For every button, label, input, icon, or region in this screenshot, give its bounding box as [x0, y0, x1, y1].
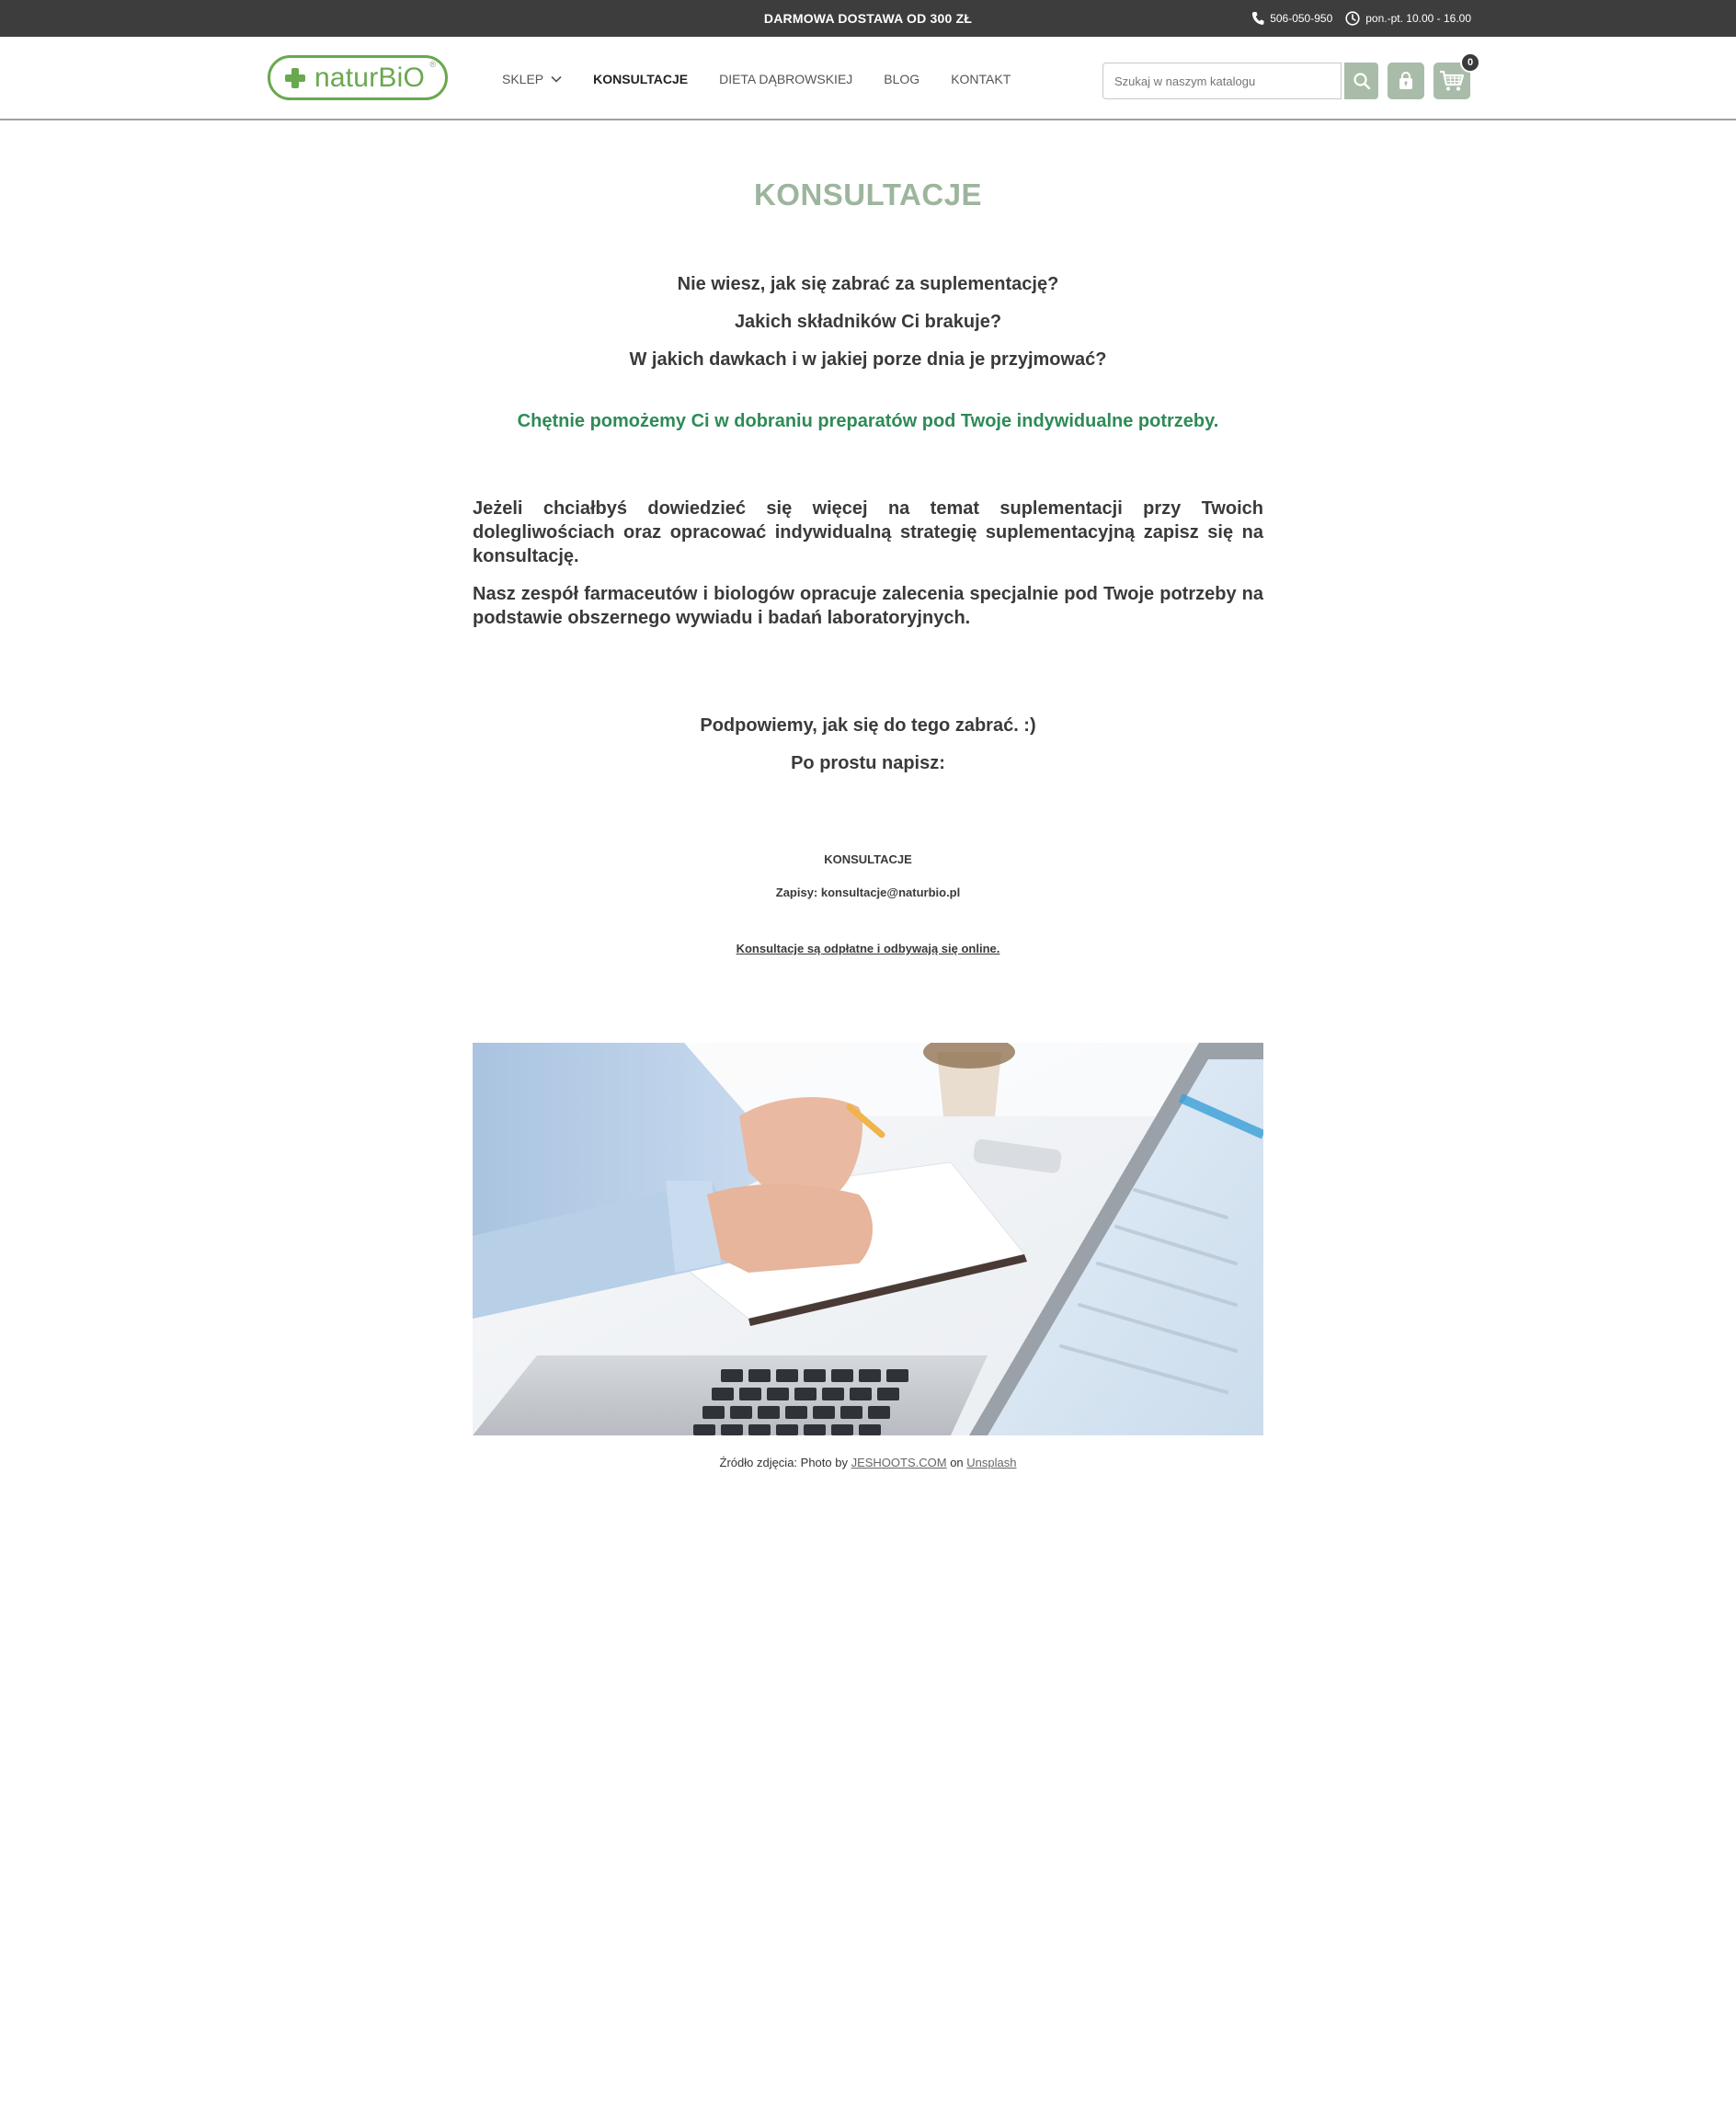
caption-middle: on: [946, 1456, 967, 1469]
photo-caption: Źródło zdjęcia: Photo by JESHOOTS.COM on…: [473, 1456, 1263, 1469]
phone-contact[interactable]: 506-050-950: [1251, 11, 1332, 26]
paid-online-note: Konsultacje są odpłatne i odbywają się o…: [473, 942, 1263, 955]
phone-icon: [1252, 12, 1264, 25]
nav-item-konsultacje[interactable]: KONSULTACJE: [593, 72, 688, 86]
nav-item-sklep[interactable]: SKLEP: [502, 72, 562, 86]
top-bar: DARMOWA DOSTAWA OD 300 ZŁ 506-050-950 po…: [0, 0, 1736, 37]
intro-paragraph-2: Nasz zespół farmaceutów i biologów oprac…: [473, 584, 1263, 628]
naturbio-logo[interactable]: naturBiO ®: [268, 55, 448, 100]
page-title: KONSULTACJE: [753, 177, 983, 211]
nav-item-label: DIETA DĄBROWSKIEJ: [719, 71, 853, 86]
site-header: naturBiO ® SKLEP KONSULTACJE DIETA DĄBRO…: [0, 37, 1736, 120]
search-icon: [1353, 73, 1370, 90]
nav-item-label: BLOG: [884, 71, 920, 86]
nav-item-dieta[interactable]: DIETA DĄBROWSKIEJ: [719, 72, 852, 86]
search-input[interactable]: [1102, 63, 1342, 99]
chevron-down-icon: [551, 75, 562, 83]
question-3: W jakich dawkach i w jakiej porze dnia j…: [629, 349, 1107, 370]
cta-line-2: Po prostu napisz:: [791, 753, 945, 773]
registered-mark: ®: [429, 60, 436, 69]
contact-email[interactable]: Zapisy: konsultacje@naturbio.pl: [473, 886, 1263, 899]
lock-bag-icon: [1399, 72, 1412, 89]
main-nav: SKLEP KONSULTACJE DIETA DĄBROWSKIEJ BLOG…: [502, 37, 1042, 120]
plus-cross-icon: [285, 67, 305, 88]
search-button[interactable]: [1344, 63, 1378, 99]
nav-item-kontakt[interactable]: KONTAKT: [951, 72, 1011, 86]
author-link[interactable]: JESHOOTS.COM: [851, 1456, 947, 1469]
cta-line-1: Podpowiemy, jak się do tego zabrać. :): [700, 715, 1036, 736]
highlight-text: Chętnie pomożemy Ci w dobraniu preparató…: [517, 411, 1219, 431]
laptop-desk-illustration: [473, 1043, 1263, 1435]
opening-hours: pon.-pt. 10.00 - 16.00: [1345, 11, 1471, 26]
unsplash-link[interactable]: Unsplash: [966, 1456, 1016, 1469]
nav-item-blog[interactable]: BLOG: [884, 72, 919, 86]
intro-paragraph-1: Jeżeli chciałbyś dowiedzieć się więcej n…: [473, 498, 1263, 566]
phone-number: 506-050-950: [1270, 12, 1333, 25]
nav-item-label: KONTAKT: [951, 71, 1011, 86]
hours-text: pon.-pt. 10.00 - 16.00: [1365, 12, 1471, 25]
clock-icon: [1345, 11, 1360, 26]
consultation-photo: [473, 1043, 1263, 1435]
contact-info: 506-050-950 pon.-pt. 10.00 - 16.00: [1239, 0, 1471, 37]
cart-count-badge: 0: [1460, 52, 1480, 73]
account-button[interactable]: [1388, 63, 1424, 99]
logo-text: naturBiO: [314, 62, 425, 93]
question-2: Jakich składników Ci brakuje?: [734, 312, 1002, 332]
note-text: Konsultacje są odpłatne i odbywają się o…: [736, 942, 1000, 955]
shopping-cart-icon: [1440, 70, 1465, 91]
question-1: Nie wiesz, jak się zabrać za suplementac…: [677, 274, 1059, 294]
contact-heading: KONSULTACJE: [824, 852, 912, 866]
caption-prefix: Źródło zdjęcia: Photo by: [719, 1456, 851, 1469]
nav-item-label: KONSULTACJE: [593, 71, 689, 86]
nav-item-label: SKLEP: [502, 71, 544, 86]
free-shipping-banner: DARMOWA DOSTAWA OD 300 ZŁ: [763, 11, 973, 26]
